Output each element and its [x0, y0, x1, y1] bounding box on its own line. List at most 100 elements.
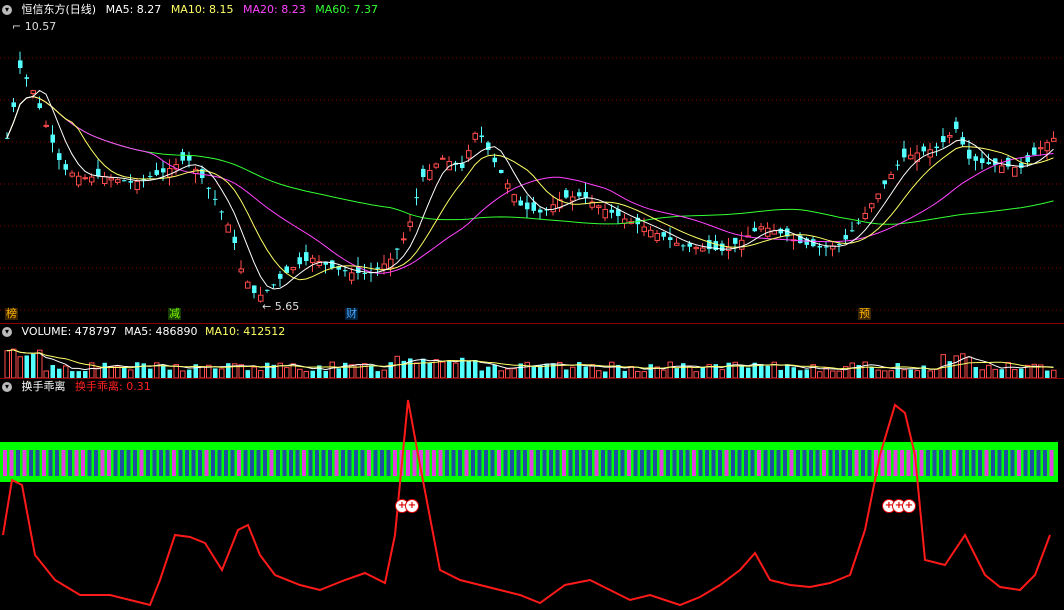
candle-body — [967, 149, 972, 159]
marker-bang[interactable]: 榜 — [5, 308, 18, 320]
candle-body — [875, 193, 881, 200]
candle-body — [57, 153, 62, 160]
candle-body — [108, 177, 114, 181]
indicator-stripe — [282, 450, 287, 476]
volume-bar — [95, 367, 101, 378]
indicator-stripe — [55, 450, 59, 476]
volume-bar — [849, 362, 855, 378]
indicator-title: 换手乖离 — [21, 380, 66, 393]
indicator-stripe — [601, 450, 605, 476]
indicator-stripe — [815, 450, 820, 476]
indicator-stripe — [685, 450, 690, 476]
indicator-stripe — [22, 450, 27, 476]
indicator-stripe — [549, 450, 553, 476]
indicator-stripe — [978, 450, 982, 476]
candle-body — [375, 267, 380, 269]
indicator-stripe — [308, 450, 313, 476]
candle-body — [69, 172, 75, 177]
chevron-down-icon[interactable]: ▾ — [2, 327, 12, 337]
candle-body — [50, 134, 55, 143]
marker-jian[interactable]: 减 — [168, 308, 181, 320]
volume-bar — [258, 370, 264, 378]
volume-bar — [895, 363, 900, 378]
indicator-stripe — [276, 450, 280, 476]
indicator-stripe — [958, 450, 963, 476]
candle-body — [1038, 147, 1044, 150]
volume-bar — [674, 368, 679, 378]
marker-yu[interactable]: 预 — [858, 308, 871, 320]
price-chart[interactable] — [0, 18, 1064, 323]
candle-body — [778, 228, 783, 234]
chevron-down-icon[interactable]: ▾ — [2, 5, 12, 15]
candle-body — [921, 146, 926, 152]
volume-chart[interactable] — [0, 340, 1064, 378]
indicator-stripe — [1030, 450, 1034, 476]
indicator-stripe — [289, 450, 293, 476]
candle-body — [238, 268, 244, 273]
indicator-stripe — [458, 450, 462, 476]
volume-bar — [746, 367, 751, 378]
volume-bar — [498, 370, 504, 378]
chevron-down-icon[interactable]: ▾ — [2, 382, 12, 392]
candle-body — [407, 221, 413, 228]
volume-bar — [17, 356, 23, 378]
indicator-stripe — [893, 450, 898, 476]
indicator-stripe — [536, 450, 540, 476]
indicator-stripe — [757, 450, 761, 476]
volume-bar — [661, 369, 667, 378]
candle-body — [687, 243, 692, 247]
candle-body — [213, 198, 218, 200]
candle-body — [758, 226, 764, 230]
indicator-stripe — [120, 450, 124, 476]
indicator-stripe — [750, 450, 755, 476]
candle-body — [538, 209, 543, 213]
plus-circle-icon: + — [902, 499, 916, 513]
indicator-stripe — [828, 450, 833, 476]
indicator-stripe — [529, 450, 534, 476]
indicator-stripe — [672, 450, 677, 476]
volume-bar — [115, 365, 121, 378]
indicator-stripe — [1010, 450, 1015, 476]
indicator-stripe — [575, 450, 579, 476]
indicator-stripe — [406, 450, 410, 476]
candle-body — [161, 168, 166, 173]
indicator-stripe — [705, 450, 709, 476]
indicator-stripe — [887, 450, 891, 476]
marker-cai[interactable]: 财 — [345, 308, 358, 320]
candle-body — [700, 247, 706, 252]
volume-bar — [11, 348, 17, 378]
volume-bar — [875, 369, 881, 378]
volume-bar — [785, 364, 790, 378]
candle-body — [128, 181, 133, 183]
candle-body — [225, 224, 231, 233]
volume-bar — [102, 362, 107, 378]
indicator-legend: ▾ 换手乖离 换手乖离: 0.31 — [2, 379, 157, 395]
candle-body — [271, 284, 276, 286]
volume-bar — [414, 362, 420, 378]
candle-body — [11, 102, 16, 107]
indicator-stripe — [432, 450, 436, 476]
candle-body — [427, 170, 433, 180]
indicator-stripe — [471, 450, 475, 476]
volume-bar — [667, 361, 673, 378]
indicator-stripe — [581, 450, 586, 476]
volume-bar — [719, 369, 725, 378]
indicator-value: 换手乖离: 0.31 — [75, 380, 151, 393]
candle-body — [641, 226, 647, 233]
candle-body — [850, 230, 855, 232]
candle-body — [518, 200, 523, 206]
candle-body — [82, 177, 88, 180]
indicator-stripe — [744, 450, 748, 476]
indicator-stripe — [445, 450, 449, 476]
candle-body — [941, 136, 946, 142]
indicator-stripe — [386, 450, 391, 476]
indicator-stripe — [607, 450, 612, 476]
volume-bar — [394, 355, 400, 378]
candle-body — [421, 168, 426, 177]
indicator-stripe — [42, 450, 46, 476]
volume-bar — [108, 366, 114, 378]
volume-bar — [63, 365, 69, 378]
candle-body — [433, 163, 439, 168]
indicator-stripe — [698, 450, 703, 476]
indicator-stripe — [230, 450, 235, 476]
